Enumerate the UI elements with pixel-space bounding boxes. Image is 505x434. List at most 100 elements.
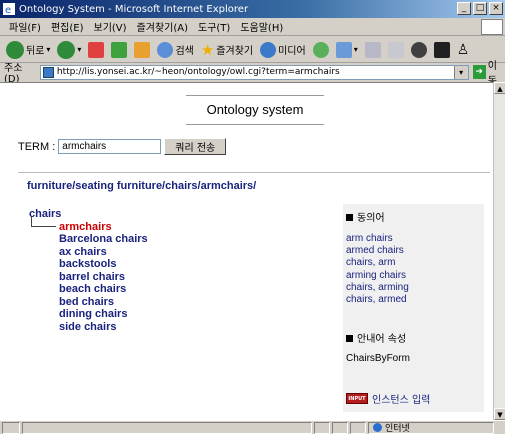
synonym-link[interactable]: arm chairs — [346, 233, 409, 245]
status-extra — [350, 421, 366, 434]
print-icon — [364, 41, 381, 58]
instance-input-row: INPUT 인스턴스 입력 — [346, 391, 430, 406]
tree-child-link[interactable]: barrel chairs — [29, 271, 148, 284]
tree-child-link[interactable]: dining chairs — [29, 308, 148, 321]
property-value: ChairsByForm — [346, 353, 410, 364]
synonym-link[interactable]: arming chairs — [346, 270, 409, 282]
menu-view[interactable]: 보기(V) — [89, 19, 132, 34]
menu-favorites[interactable]: 즐겨찾기(A) — [132, 19, 193, 34]
window-controls: _ □ × — [457, 2, 503, 15]
synonym-link[interactable]: chairs, armed — [346, 294, 409, 306]
tree-child-link[interactable]: ax chairs — [29, 246, 148, 259]
stop-icon — [88, 41, 105, 58]
edit-button[interactable] — [386, 41, 406, 58]
term-tree: chairs armchairs Barcelona chairs ax cha… — [29, 208, 148, 333]
windows-logo-icon — [481, 19, 503, 35]
menu-tools[interactable]: 도구(T) — [193, 19, 235, 34]
ie-icon: e — [3, 3, 15, 15]
term-label: TERM : — [18, 140, 56, 153]
window-title: Ontology System - Microsoft Internet Exp… — [19, 3, 249, 15]
tree-child-link[interactable]: backstools — [29, 258, 148, 271]
star-icon: ★ — [200, 40, 215, 59]
favorites-button[interactable]: ★ 즐겨찾기 — [199, 41, 255, 59]
menu-edit[interactable]: 편집(E) — [46, 19, 89, 34]
mail-dropdown-icon: ▾ — [353, 45, 358, 54]
print-button[interactable] — [363, 41, 383, 58]
media-button[interactable]: 미디어 — [258, 41, 308, 58]
instance-input-link[interactable]: 인스턴스 입력 — [372, 391, 430, 406]
status-lock — [332, 421, 348, 434]
go-arrow-icon: ➜ — [472, 65, 486, 79]
refresh-icon — [111, 41, 128, 58]
discuss-button[interactable] — [409, 41, 429, 58]
history-icon — [312, 41, 329, 58]
tree-child-link[interactable]: Barcelona chairs — [29, 233, 148, 246]
forward-arrow-icon — [57, 40, 76, 59]
tree-child-link[interactable]: side chairs — [29, 321, 148, 334]
forward-dropdown-icon: ▾ — [77, 45, 82, 54]
back-button[interactable]: 뒤로 ▾ — [4, 40, 52, 59]
maximize-button[interactable]: □ — [473, 2, 487, 15]
refresh-button[interactable] — [109, 41, 129, 58]
status-zone: 인터넷 — [368, 421, 494, 434]
tree-child-link[interactable]: bed chairs — [29, 296, 148, 309]
globe-icon — [373, 423, 382, 432]
forward-button[interactable]: ▾ — [55, 40, 83, 59]
synonym-link[interactable]: chairs, arm — [346, 257, 409, 269]
menu-file[interactable]: 파일(F) — [4, 19, 46, 34]
media-label: 미디어 — [278, 46, 306, 57]
research-icon — [433, 41, 450, 58]
synonym-link[interactable]: armed chairs — [346, 245, 409, 257]
address-url: http://lis.yonsei.ac.kr/~heon/ontology/o… — [56, 67, 340, 77]
mail-button[interactable]: ▾ — [334, 41, 360, 58]
back-arrow-icon — [6, 40, 24, 59]
messenger-icon: ♙ — [456, 41, 470, 58]
status-bar: 인터넷 — [0, 420, 505, 434]
hierarchy-path-link[interactable]: furniture/seating furniture/chairs/armch… — [27, 180, 256, 192]
synonym-list: arm chairs armed chairs chairs, arm armi… — [346, 233, 409, 306]
history-button[interactable] — [311, 41, 331, 58]
address-input[interactable]: http://lis.yonsei.ac.kr/~heon/ontology/o… — [39, 64, 469, 80]
input-icon[interactable]: INPUT — [346, 393, 368, 404]
term-input[interactable] — [58, 139, 162, 154]
scroll-up-button[interactable]: ▲ — [494, 82, 505, 94]
tree-branch-line — [31, 215, 56, 227]
menu-help[interactable]: 도움말(H) — [235, 19, 288, 34]
close-button[interactable]: × — [489, 2, 503, 15]
page-viewport: Ontology system TERM : 쿼리 전송 furniture/s… — [0, 82, 493, 420]
toolbar: 뒤로 ▾ ▾ 검색 ★ 즐겨찾기 미디어 ▾ ♙ — [0, 37, 505, 63]
mail-icon — [335, 41, 352, 58]
status-page-icon — [2, 421, 20, 434]
status-text — [22, 421, 312, 434]
menu-bar: 파일(F) 편집(E) 보기(V) 즐겨찾기(A) 도구(T) 도움말(H) — [0, 18, 505, 36]
tree-current-term: armchairs — [29, 215, 148, 234]
address-dropdown-icon[interactable]: ▾ — [453, 65, 468, 79]
tree-child-link[interactable]: beach chairs — [29, 283, 148, 296]
back-dropdown-icon: ▾ — [46, 45, 51, 54]
back-label: 뒤로 — [26, 46, 45, 57]
minimize-button[interactable]: _ — [457, 2, 471, 15]
query-submit-button[interactable]: 쿼리 전송 — [164, 138, 227, 155]
window-title-bar: e Ontology System - Microsoft Internet E… — [0, 0, 505, 18]
synonyms-heading: 동의어 — [346, 209, 385, 224]
home-button[interactable] — [132, 41, 152, 58]
term-search-form: TERM : 쿼리 전송 — [18, 138, 227, 155]
research-button[interactable] — [432, 41, 452, 58]
scroll-down-button[interactable]: ▼ — [494, 408, 505, 420]
status-progress — [314, 421, 330, 434]
tree-current-label: armchairs — [59, 220, 112, 233]
svg-text:e: e — [5, 5, 11, 15]
messenger-button[interactable]: ♙ — [455, 42, 472, 58]
search-label: 검색 — [175, 46, 194, 57]
synonym-link[interactable]: chairs, arming — [346, 282, 409, 294]
address-bar: 주소(D) http://lis.yonsei.ac.kr/~heon/onto… — [0, 61, 505, 87]
search-button[interactable]: 검색 — [155, 41, 195, 58]
page-title: Ontology system — [186, 95, 324, 125]
stop-button[interactable] — [86, 41, 106, 58]
divider — [18, 172, 490, 173]
status-zone-label: 인터넷 — [385, 424, 410, 434]
vertical-scrollbar[interactable]: ▲ ▼ — [493, 82, 505, 420]
term-info-panel: 동의어 arm chairs armed chairs chairs, arm … — [343, 204, 484, 412]
home-icon — [134, 41, 151, 58]
search-icon — [157, 41, 174, 58]
